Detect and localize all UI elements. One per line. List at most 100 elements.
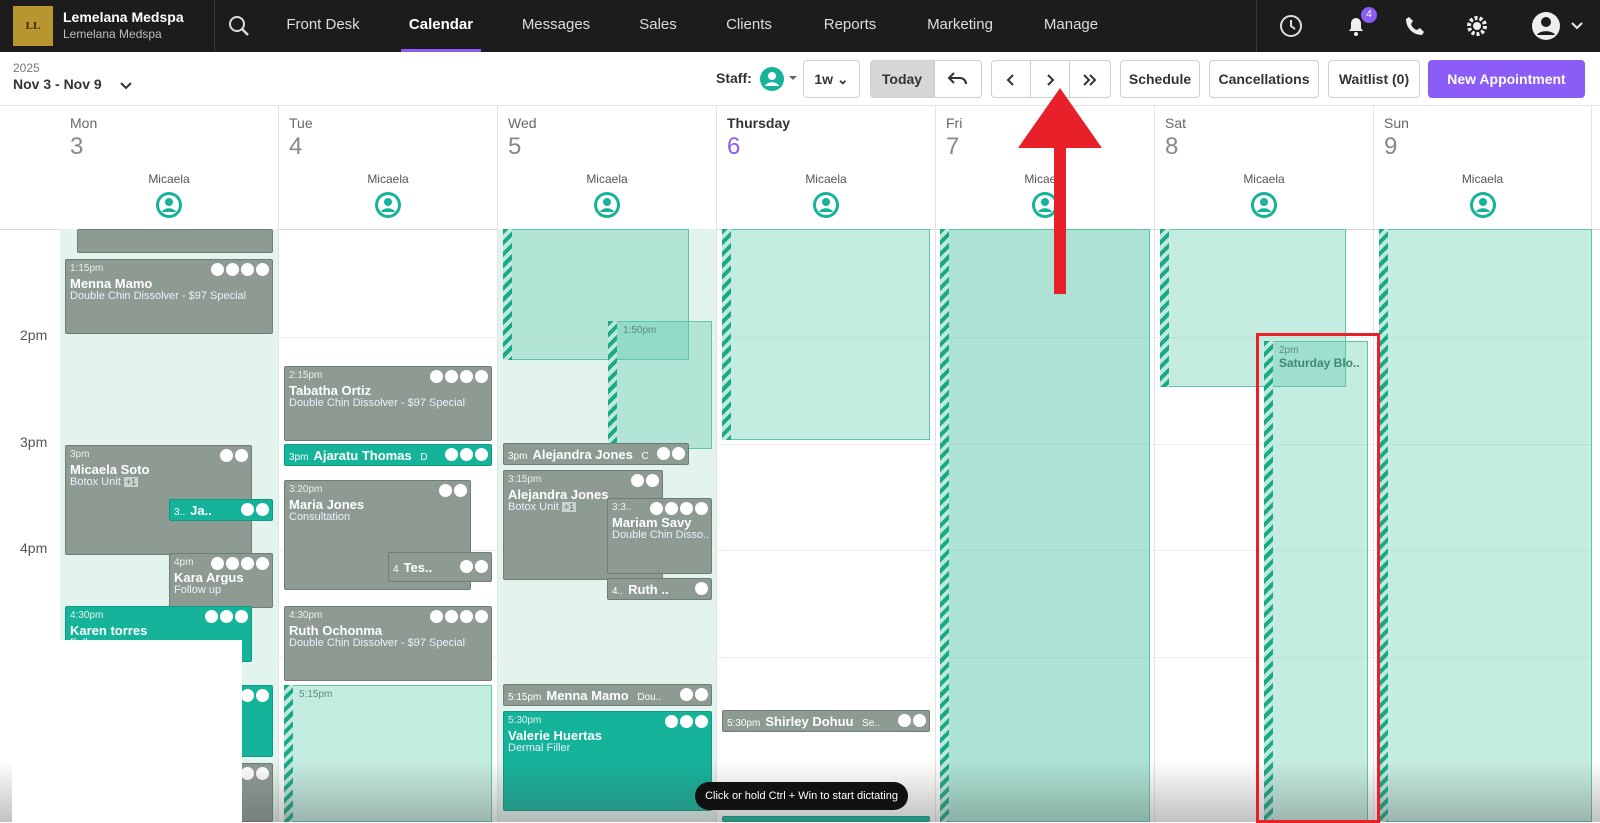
nav-clients[interactable]: Clients <box>718 0 780 52</box>
blocked-day[interactable] <box>1379 229 1592 822</box>
appt-service: Double Chin Dissolver - $97 Special <box>289 397 466 409</box>
day-name: Sat <box>1165 115 1187 131</box>
appt-icons <box>430 370 488 383</box>
appointment-card[interactable] <box>77 229 273 253</box>
appt-service: Se.. <box>862 718 880 729</box>
heart-icon <box>430 370 443 383</box>
day-header-tue[interactable]: Tue 4 Micaela <box>279 106 498 229</box>
nav-marketing[interactable]: Marketing <box>918 0 1002 52</box>
appt-service: Double Chin Dissolver - $97 Special <box>289 637 466 649</box>
appointment-card[interactable]: 3pm Ajaratu Thomas D <box>284 444 492 466</box>
day-header-sat[interactable]: Sat 8 Micaela <box>1155 106 1374 229</box>
staff-avatar-icon <box>594 192 620 218</box>
phone-icon[interactable] <box>1400 11 1430 41</box>
nav-reports[interactable]: Reports <box>817 0 883 52</box>
appointment-card[interactable]: 4:30pm Ruth Ochonma Double Chin Dissolve… <box>284 606 492 681</box>
dollar-icon <box>680 502 693 515</box>
appointment-card[interactable]: 4pm Kara Argus Follow up <box>169 553 273 608</box>
chevron-down-icon[interactable] <box>119 80 133 92</box>
appointment-card[interactable]: 1:15pm Menna Mamo Double Chin Dissolver … <box>65 259 273 334</box>
clock-icon[interactable] <box>1276 11 1306 41</box>
appt-client: Tabatha Ortiz <box>289 383 372 398</box>
appointment-card[interactable]: 2:15pm Tabatha Ortiz Double Chin Dissolv… <box>284 366 492 441</box>
nav-messages[interactable]: Messages <box>514 0 598 52</box>
day-header-wed[interactable]: Wed 5 Micaela <box>498 106 717 229</box>
blocked-time[interactable] <box>722 229 930 440</box>
appt-icons <box>430 610 488 623</box>
star-icon <box>475 610 488 623</box>
appt-client: Ajaratu Thomas <box>313 448 412 463</box>
notification-badge: 4 <box>1361 7 1377 23</box>
gear-icon[interactable] <box>1462 11 1492 41</box>
appt-time: 3:15pm <box>508 474 542 485</box>
view-select-value: 1w <box>814 71 834 87</box>
search-icon[interactable] <box>224 11 254 41</box>
heart-icon <box>211 263 224 276</box>
new-appointment-button[interactable]: New Appointment <box>1428 60 1585 98</box>
blocked-day[interactable] <box>940 229 1150 822</box>
appt-client: Menna Mamo <box>70 276 153 291</box>
nav-divider <box>214 0 215 52</box>
appt-time: 4 <box>393 564 399 575</box>
nav-front-desk[interactable]: Front Desk <box>278 0 368 52</box>
appointment-card[interactable]: 3:3.. Mariam Savy Double Chin Disso.. <box>607 498 712 574</box>
appointment-card[interactable]: 4 Tes.. <box>388 552 492 582</box>
appt-time: 5:15pm <box>508 692 542 703</box>
appt-icons <box>205 610 248 623</box>
day-name: Sun <box>1384 115 1409 131</box>
nav-sales[interactable]: Sales <box>630 0 686 52</box>
day-header-mon[interactable]: Mon 3 Micaela <box>60 106 279 229</box>
heart-icon <box>241 503 254 516</box>
blocked-time[interactable]: 1:50pm <box>608 321 712 449</box>
appointment-card[interactable]: 5:30pm Shirley Dohuu Se.. <box>722 710 930 732</box>
cancellations-button[interactable]: Cancellations <box>1209 60 1319 98</box>
appt-client: Ruth Ochonma <box>289 623 383 638</box>
staff-avatar-icon <box>813 192 839 218</box>
schedule-button[interactable]: Schedule <box>1120 60 1200 98</box>
waitlist-button[interactable]: Waitlist (0) <box>1328 60 1420 98</box>
appt-service: Botox Unit +1 <box>508 501 577 513</box>
form-icon <box>226 557 239 570</box>
appt-time: 1:15pm <box>70 263 104 274</box>
brand-logo[interactable]: LL <box>13 6 53 46</box>
appointment-card[interactable]: 5:15pm Menna Mamo Dou.. <box>503 684 712 706</box>
appt-time: 4:30pm <box>70 610 104 621</box>
today-button[interactable]: Today <box>870 60 934 98</box>
appt-icons <box>220 449 248 462</box>
appointment-card[interactable]: 3.. Ja.. <box>169 499 273 521</box>
chevron-right-icon <box>1047 74 1055 86</box>
appt-time: 2:15pm <box>289 370 323 381</box>
nav-manage[interactable]: Manage <box>1036 0 1106 52</box>
undo-button[interactable] <box>934 60 982 98</box>
appt-time: 5:30pm <box>508 715 542 726</box>
day-header-sun[interactable]: Sun 9 Micaela <box>1374 106 1592 229</box>
appt-client: Shirley Dohuu <box>765 714 854 729</box>
day-header-thu[interactable]: Thursday 6 Micaela <box>717 106 936 229</box>
caret-down-icon[interactable] <box>788 74 798 82</box>
user-avatar-icon[interactable] <box>1530 10 1562 42</box>
dollar-icon <box>475 560 488 573</box>
appt-client: Karen torres <box>70 623 148 638</box>
brand-name: Lemelana Medspa <box>63 9 184 25</box>
star-icon <box>646 474 659 487</box>
appt-service: Botox Unit +1 <box>70 476 139 488</box>
appointment-card[interactable]: 4.. Ruth .. <box>607 578 712 600</box>
star-icon <box>256 503 269 516</box>
staff-name: Micaela <box>1243 172 1285 186</box>
staff-name: Micaela <box>805 172 847 186</box>
appt-service: Dou.. <box>637 692 662 703</box>
view-select[interactable]: 1w ⌄ <box>803 60 860 98</box>
appt-time: 3:20pm <box>289 484 323 495</box>
highlight-box <box>1256 333 1380 823</box>
chevron-down-icon[interactable] <box>1570 20 1584 32</box>
date-range-picker[interactable]: Nov 3 - Nov 9 <box>13 76 102 92</box>
staff-avatar-icon[interactable] <box>759 66 785 92</box>
day-number: 7 <box>946 133 960 160</box>
nav-calendar[interactable]: Calendar <box>401 0 481 52</box>
appointment-card[interactable]: 3pm Alejandra Jones C <box>503 443 689 465</box>
blocked-stripe <box>608 321 617 449</box>
star-icon <box>256 689 269 702</box>
extra-badge: +1 <box>123 477 139 487</box>
appt-service: Double Chin Disso.. <box>612 529 710 541</box>
appt-icons <box>241 689 269 702</box>
